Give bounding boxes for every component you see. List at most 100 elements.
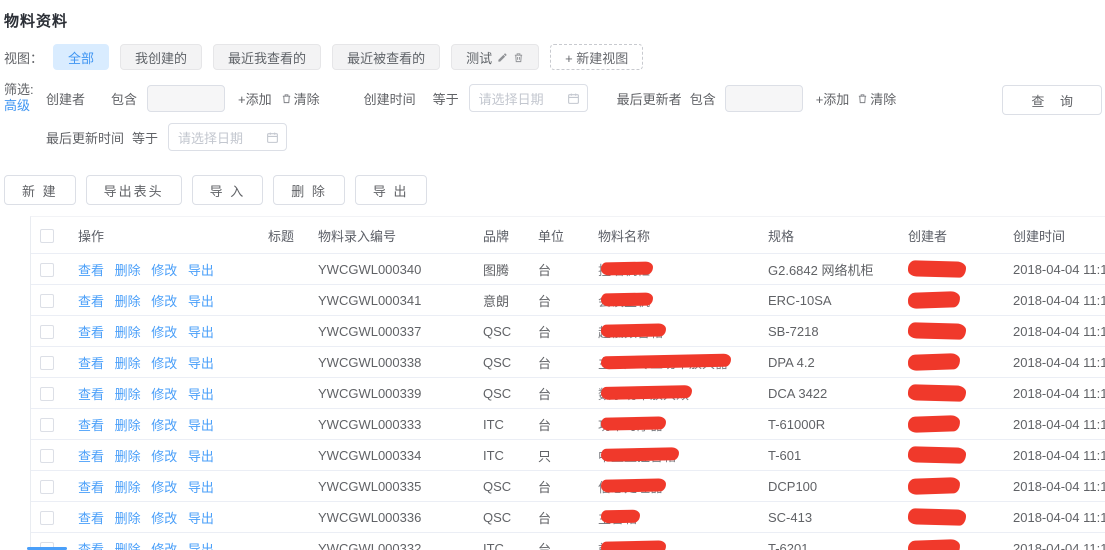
cell-spec: G2.6842 网络机柜: [766, 260, 906, 279]
edit-link[interactable]: 修改: [151, 449, 177, 464]
row-checkbox[interactable]: [40, 480, 54, 494]
view-link[interactable]: 查看: [78, 542, 104, 550]
export-link[interactable]: 导出: [188, 325, 214, 340]
view-link[interactable]: 查看: [78, 480, 104, 495]
cell-spec: DCA 3422: [766, 386, 906, 401]
redacted-material-name: 会议主机: [598, 291, 650, 310]
export-header-button[interactable]: 导出表头: [86, 175, 182, 205]
row-checkbox[interactable]: [40, 511, 54, 525]
view-tab-recently-viewed-by-me[interactable]: 最近我查看的: [213, 44, 321, 70]
export-link[interactable]: 导出: [188, 418, 214, 433]
edit-link[interactable]: 修改: [151, 542, 177, 550]
creator-clear-link[interactable]: 清除: [281, 89, 320, 108]
creator-filter-input[interactable]: [147, 85, 225, 112]
header-creator: 创建者: [906, 226, 1011, 245]
view-link[interactable]: 查看: [78, 325, 104, 340]
redacted-material-name: 主扩声专业功率放大器: [598, 353, 728, 372]
delete-link[interactable]: 删除: [115, 542, 141, 550]
row-checkbox[interactable]: [40, 387, 54, 401]
view-link[interactable]: 查看: [78, 449, 104, 464]
delete-link[interactable]: 删除: [115, 480, 141, 495]
create-button[interactable]: 新 建: [4, 175, 76, 205]
delete-link[interactable]: 删除: [115, 511, 141, 526]
last-updater-clear-link[interactable]: 清除: [857, 89, 896, 108]
row-checkbox[interactable]: [40, 325, 54, 339]
date-placeholder: 请选择日期: [178, 128, 243, 147]
filter-label: 筛选:: [4, 82, 40, 98]
create-time-field-label: 创建时间: [364, 89, 416, 108]
view-link[interactable]: 查看: [78, 294, 104, 309]
cell-select: [31, 416, 76, 432]
search-button[interactable]: 查 询: [1002, 85, 1102, 115]
cell-unit: 台: [536, 477, 596, 496]
last-update-time-date-input[interactable]: 请选择日期: [168, 123, 287, 151]
delete-link[interactable]: 删除: [115, 449, 141, 464]
cell-brand: 意朗: [481, 291, 536, 310]
trash-icon[interactable]: [513, 52, 524, 63]
delete-link[interactable]: 删除: [115, 387, 141, 402]
redaction-scribble: [601, 292, 653, 306]
calendar-icon: [266, 131, 279, 144]
new-view-button[interactable]: + 新建视图: [550, 44, 643, 70]
view-tab-label: 我创建的: [135, 48, 187, 67]
export-link[interactable]: 导出: [188, 356, 214, 371]
delete-button[interactable]: 删 除: [273, 175, 345, 205]
cell-entry-no: YWCGWL000339: [316, 386, 481, 401]
view-tab-test[interactable]: 测试: [451, 44, 539, 70]
row-checkbox[interactable]: [40, 418, 54, 432]
cell-creator: [906, 506, 1011, 528]
redaction-scribble: [601, 323, 666, 337]
delete-link[interactable]: 删除: [115, 325, 141, 340]
view-link[interactable]: 查看: [78, 418, 104, 433]
view-tab-created-by-me[interactable]: 我创建的: [120, 44, 202, 70]
delete-link[interactable]: 删除: [115, 356, 141, 371]
export-button[interactable]: 导 出: [355, 175, 427, 205]
export-link[interactable]: 导出: [188, 263, 214, 278]
row-checkbox[interactable]: [40, 449, 54, 463]
export-link[interactable]: 导出: [188, 449, 214, 464]
edit-link[interactable]: 修改: [151, 511, 177, 526]
view-link[interactable]: 查看: [78, 263, 104, 278]
row-checkbox[interactable]: [40, 263, 54, 277]
export-link[interactable]: 导出: [188, 480, 214, 495]
edit-link[interactable]: 修改: [151, 356, 177, 371]
redaction-scribble: [601, 540, 666, 550]
delete-link[interactable]: 删除: [115, 263, 141, 278]
view-link[interactable]: 查看: [78, 387, 104, 402]
view-link[interactable]: 查看: [78, 356, 104, 371]
cell-select: [31, 385, 76, 401]
select-all-checkbox[interactable]: [40, 229, 54, 243]
toolbar: 新 建 导出表头 导 入 删 除 导 出: [4, 175, 1105, 205]
delete-link[interactable]: 删除: [115, 294, 141, 309]
import-button[interactable]: 导 入: [192, 175, 264, 205]
edit-icon[interactable]: [497, 52, 508, 63]
edit-link[interactable]: 修改: [151, 387, 177, 402]
export-link[interactable]: 导出: [188, 387, 214, 402]
advanced-filter-link[interactable]: 高级: [4, 98, 40, 114]
export-link[interactable]: 导出: [188, 542, 214, 550]
edit-link[interactable]: 修改: [151, 263, 177, 278]
delete-link[interactable]: 删除: [115, 418, 141, 433]
export-link[interactable]: 导出: [188, 511, 214, 526]
row-checkbox[interactable]: [40, 294, 54, 308]
header-entry-no: 物料录入编号: [316, 226, 481, 245]
view-tab-recently-viewed[interactable]: 最近被查看的: [332, 44, 440, 70]
creator-add-link[interactable]: +添加: [238, 89, 272, 108]
create-time-date-input[interactable]: 请选择日期: [469, 84, 588, 112]
cell-created-time: 2018-04-04 11:16: [1011, 510, 1105, 525]
export-link[interactable]: 导出: [188, 294, 214, 309]
edit-link[interactable]: 修改: [151, 418, 177, 433]
cell-actions: 查看 删除 修改 导出: [76, 384, 266, 403]
cell-creator: [906, 320, 1011, 342]
view-link[interactable]: 查看: [78, 511, 104, 526]
view-tab-all[interactable]: 全部: [53, 44, 109, 70]
row-checkbox[interactable]: [40, 356, 54, 370]
edit-link[interactable]: 修改: [151, 294, 177, 309]
last-updater-filter-input[interactable]: [725, 85, 803, 112]
table-row: 查看 删除 修改 导出 YWCGWL000334 ITC 只 中型壁挂音箱 T-…: [31, 440, 1105, 471]
view-tabs-bar: 视图： 全部 我创建的 最近我查看的 最近被查看的 测试 + 新建视图: [4, 44, 1105, 70]
last-updater-add-link[interactable]: +添加: [816, 89, 850, 108]
cell-entry-no: YWCGWL000338: [316, 355, 481, 370]
edit-link[interactable]: 修改: [151, 325, 177, 340]
edit-link[interactable]: 修改: [151, 480, 177, 495]
